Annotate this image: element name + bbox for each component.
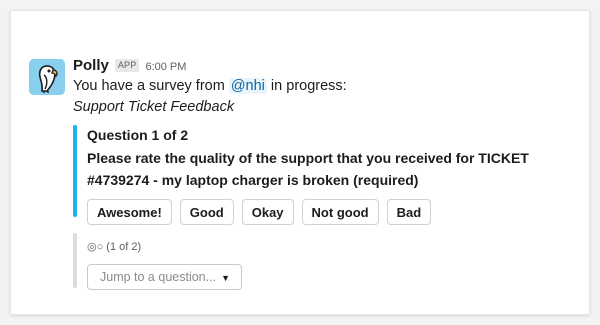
message-text-prefix: You have a survey from [73, 78, 229, 94]
question-attachment: Question 1 of 2 Please rate the quality … [73, 125, 582, 225]
answer-options: Awesome! Good Okay Not good Bad [87, 199, 582, 225]
message-header: Polly APP 6:00 PM [73, 57, 577, 75]
option-good-button[interactable]: Good [179, 199, 234, 225]
avatar[interactable] [29, 59, 65, 95]
option-okay-button[interactable]: Okay [241, 199, 294, 225]
chevron-down-icon: ▼ [221, 273, 230, 283]
user-mention[interactable]: @nhi [228, 78, 267, 94]
message-text-suffix: in progress: [266, 78, 347, 94]
survey-name: Support Ticket Feedback [73, 99, 235, 115]
option-awesome-button[interactable]: Awesome! [87, 199, 172, 225]
question-text: Please rate the quality of the support t… [87, 150, 529, 188]
message-panel: Polly APP 6:00 PM You have a survey from… [10, 10, 590, 315]
navigation-attachment: ◎○ (1 of 2) Jump to a question... ▼ [73, 233, 577, 291]
parrot-icon [29, 59, 65, 95]
sender-name[interactable]: Polly [73, 57, 109, 75]
progress-indicator: ◎○ (1 of 2) [87, 241, 142, 253]
option-bad-button[interactable]: Bad [386, 199, 432, 225]
jump-select-placeholder: Jump to a question... [100, 270, 217, 284]
message-text: You have a survey from @nhi in progress: [73, 76, 577, 97]
option-not-good-button[interactable]: Not good [301, 199, 379, 225]
jump-to-question-select[interactable]: Jump to a question... ▼ [87, 264, 242, 290]
app-badge: APP [114, 59, 140, 72]
message-content: Polly APP 6:00 PM You have a survey from… [73, 57, 577, 291]
question-title: Question 1 of 2 [87, 127, 189, 143]
timestamp[interactable]: 6:00 PM [145, 58, 186, 76]
